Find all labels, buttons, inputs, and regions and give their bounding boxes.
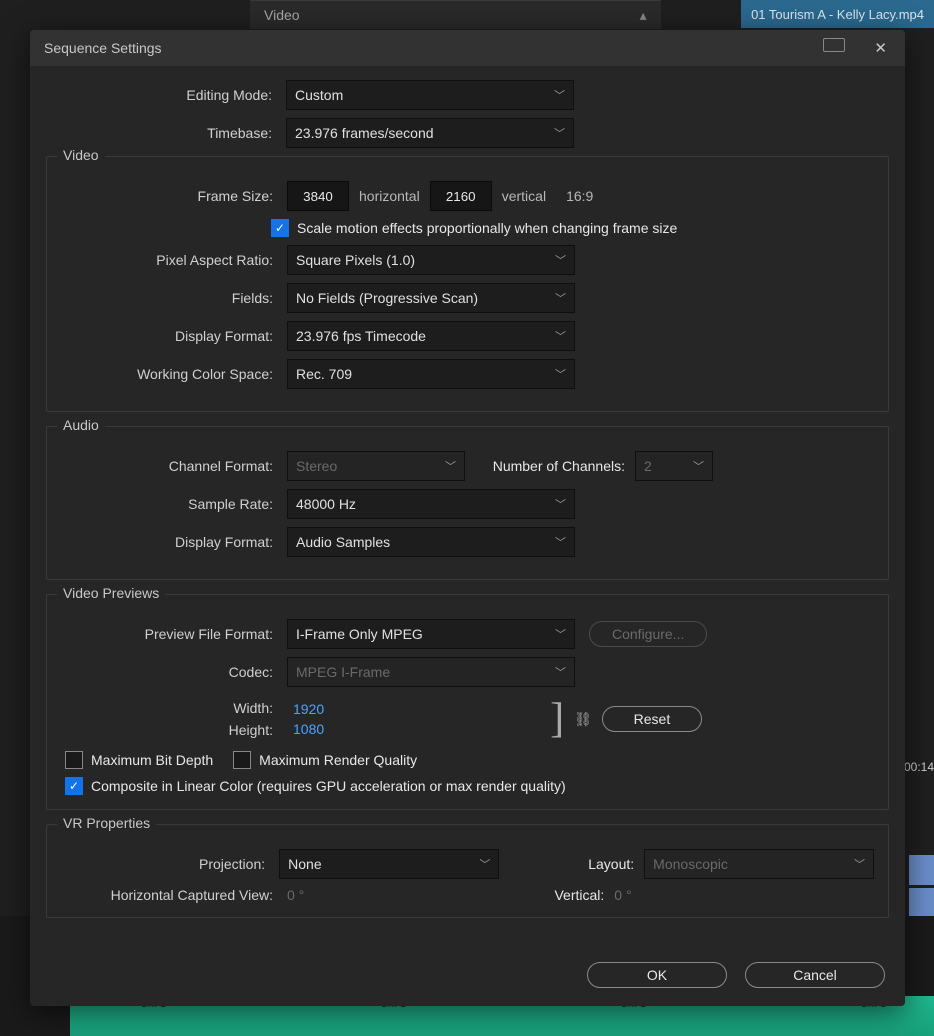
chevron-down-icon: ﹀ bbox=[854, 856, 865, 872]
par-dropdown[interactable]: Square Pixels (1.0)﹀ bbox=[287, 245, 575, 275]
vr-vertical-label: Vertical: bbox=[304, 887, 614, 903]
ok-button[interactable]: OK bbox=[587, 962, 727, 988]
editing-mode-dropdown[interactable]: Custom﹀ bbox=[286, 80, 574, 110]
bg-track-bar bbox=[909, 855, 934, 885]
bg-clip: 01 Tourism A - Kelly Lacy.mp4 bbox=[741, 0, 934, 28]
audio-dispfmt-dropdown[interactable]: Audio Samples﹀ bbox=[287, 527, 575, 557]
configure-button: Configure... bbox=[589, 621, 707, 647]
dialog-footer: OK Cancel bbox=[30, 950, 905, 1006]
video-section: Video Frame Size: horizontal vertical 16… bbox=[46, 156, 889, 412]
colorspace-label: Working Color Space: bbox=[61, 366, 287, 382]
close-icon[interactable]: ✕ bbox=[870, 35, 891, 61]
frame-height-input[interactable] bbox=[430, 181, 492, 211]
channel-format-label: Channel Format: bbox=[61, 458, 287, 474]
chevron-down-icon: ﹀ bbox=[555, 252, 566, 268]
composite-linear-checkbox[interactable]: ✓ bbox=[65, 777, 83, 795]
dialog-title: Sequence Settings bbox=[44, 40, 162, 56]
sample-rate-label: Sample Rate: bbox=[61, 496, 287, 512]
max-render-quality-label: Maximum Render Quality bbox=[259, 752, 417, 768]
fields-label: Fields: bbox=[61, 290, 287, 306]
timebase-label: Timebase: bbox=[46, 125, 286, 141]
num-channels-dropdown: 2﹀ bbox=[635, 451, 713, 481]
hcv-label: Horizontal Captured View: bbox=[61, 887, 287, 903]
chevron-down-icon: ﹀ bbox=[445, 458, 456, 474]
horizontal-label: horizontal bbox=[359, 188, 420, 204]
chevron-down-icon: ﹀ bbox=[555, 626, 566, 642]
chevron-down-icon: ﹀ bbox=[555, 328, 566, 344]
max-bit-depth-label: Maximum Bit Depth bbox=[91, 752, 213, 768]
frame-width-input[interactable] bbox=[287, 181, 349, 211]
sequence-settings-dialog: Sequence Settings ✕ Editing Mode: Custom… bbox=[30, 30, 905, 1006]
projection-label: Projection: bbox=[61, 856, 279, 872]
video-dispfmt-dropdown[interactable]: 23.976 fps Timecode﹀ bbox=[287, 321, 575, 351]
editing-mode-label: Editing Mode: bbox=[46, 87, 286, 103]
video-dispfmt-label: Display Format: bbox=[61, 328, 287, 344]
video-legend: Video bbox=[57, 147, 105, 163]
chevron-down-icon: ﹀ bbox=[555, 290, 566, 306]
preview-height-value[interactable]: 1080 bbox=[287, 719, 330, 739]
layout-label: Layout: bbox=[499, 856, 644, 872]
scale-motion-checkbox[interactable]: ✓ bbox=[271, 219, 289, 237]
dialog-body: Editing Mode: Custom﹀ Timebase: 23.976 f… bbox=[30, 66, 905, 950]
frame-size-label: Frame Size: bbox=[61, 188, 287, 204]
bg-video-tab: Video▴ bbox=[250, 0, 661, 29]
vertical-label: vertical bbox=[502, 188, 546, 204]
chevron-down-icon: ﹀ bbox=[693, 458, 704, 474]
scale-motion-label: Scale motion effects proportionally when… bbox=[297, 220, 677, 236]
fields-dropdown[interactable]: No Fields (Progressive Scan)﹀ bbox=[287, 283, 575, 313]
chevron-down-icon: ﹀ bbox=[555, 664, 566, 680]
channel-format-dropdown: Stereo﹀ bbox=[287, 451, 465, 481]
codec-label: Codec: bbox=[61, 664, 287, 680]
audio-section: Audio Channel Format: Stereo﹀ Number of … bbox=[46, 426, 889, 580]
reset-button[interactable]: Reset bbox=[602, 706, 702, 732]
layout-dropdown: Monoscopic﹀ bbox=[644, 849, 874, 879]
chevron-down-icon: ﹀ bbox=[479, 856, 490, 872]
bg-track-bar bbox=[909, 888, 934, 918]
preview-fmt-label: Preview File Format: bbox=[61, 626, 287, 642]
link-icon[interactable]: ⛓ bbox=[574, 711, 592, 728]
num-channels-label: Number of Channels: bbox=[465, 458, 635, 474]
codec-dropdown: MPEG I-Frame﹀ bbox=[287, 657, 575, 687]
chevron-down-icon: ﹀ bbox=[555, 534, 566, 550]
chevron-down-icon: ﹀ bbox=[554, 125, 565, 141]
sample-rate-dropdown[interactable]: 48000 Hz﹀ bbox=[287, 489, 575, 519]
audio-dispfmt-label: Display Format: bbox=[61, 534, 287, 550]
bracket-icon: ] bbox=[550, 695, 564, 743]
aspect-ratio: 16:9 bbox=[566, 188, 593, 204]
vr-vertical-value: 0 ° bbox=[614, 887, 631, 903]
preview-width-value[interactable]: 1920 bbox=[287, 699, 330, 719]
bg-timecode: 00:14 bbox=[904, 760, 934, 774]
projection-dropdown[interactable]: None﹀ bbox=[279, 849, 499, 879]
previews-legend: Video Previews bbox=[57, 585, 165, 601]
composite-linear-label: Composite in Linear Color (requires GPU … bbox=[91, 778, 566, 794]
video-previews-section: Video Previews Preview File Format: I-Fr… bbox=[46, 594, 889, 810]
chevron-down-icon: ﹀ bbox=[555, 366, 566, 382]
chevron-down-icon: ﹀ bbox=[555, 496, 566, 512]
preview-height-label: Height: bbox=[61, 722, 287, 738]
par-label: Pixel Aspect Ratio: bbox=[61, 252, 287, 268]
battery-icon bbox=[823, 38, 845, 52]
max-bit-depth-checkbox[interactable] bbox=[65, 751, 83, 769]
vr-legend: VR Properties bbox=[57, 815, 156, 831]
audio-legend: Audio bbox=[57, 417, 105, 433]
titlebar: Sequence Settings ✕ bbox=[30, 30, 905, 66]
timebase-dropdown[interactable]: 23.976 frames/second﹀ bbox=[286, 118, 574, 148]
colorspace-dropdown[interactable]: Rec. 709﹀ bbox=[287, 359, 575, 389]
preview-width-label: Width: bbox=[61, 700, 287, 716]
hcv-value: 0 ° bbox=[287, 887, 304, 903]
preview-fmt-dropdown[interactable]: I-Frame Only MPEG﹀ bbox=[287, 619, 575, 649]
chevron-down-icon: ﹀ bbox=[554, 87, 565, 103]
cancel-button[interactable]: Cancel bbox=[745, 962, 885, 988]
max-render-quality-checkbox[interactable] bbox=[233, 751, 251, 769]
vr-section: VR Properties Projection: None﹀ Layout: … bbox=[46, 824, 889, 918]
